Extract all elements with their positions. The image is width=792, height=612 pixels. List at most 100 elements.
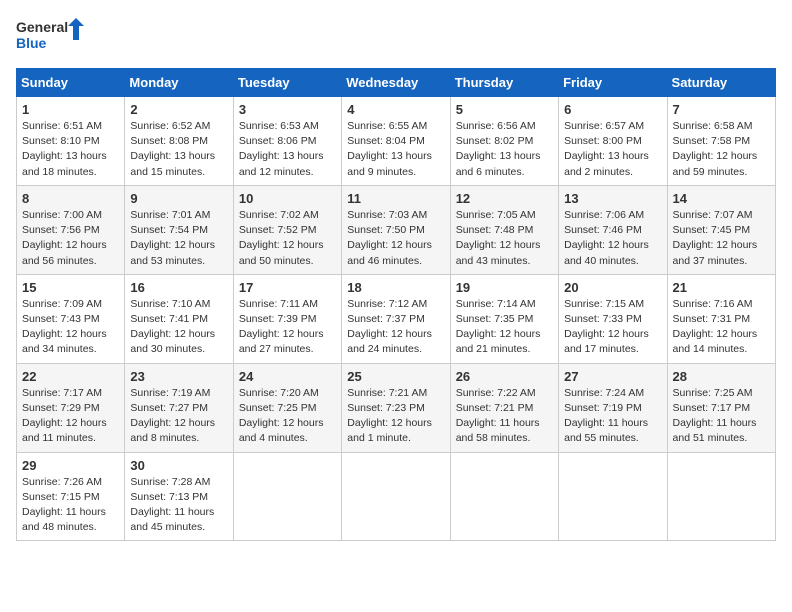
calendar-header-day: Friday	[559, 69, 667, 97]
calendar-header-day: Tuesday	[233, 69, 341, 97]
day-number: 6	[564, 102, 661, 117]
calendar-body: 1 Sunrise: 6:51 AMSunset: 8:10 PMDaylight…	[17, 97, 776, 541]
calendar-day-cell: 15 Sunrise: 7:09 AMSunset: 7:43 PMDayligh…	[17, 274, 125, 363]
day-number: 5	[456, 102, 553, 117]
day-info: Sunrise: 6:51 AMSunset: 8:10 PMDaylight:…	[22, 120, 107, 178]
calendar-day-cell: 28 Sunrise: 7:25 AMSunset: 7:17 PMDayligh…	[667, 363, 775, 452]
calendar-header-day: Thursday	[450, 69, 558, 97]
day-info: Sunrise: 7:16 AMSunset: 7:31 PMDaylight:…	[673, 298, 758, 356]
calendar-day-cell: 18Sunrise: 7:12 AMSunset: 7:37 PMDayligh…	[342, 274, 450, 363]
day-info: Sunrise: 7:07 AMSunset: 7:45 PMDaylight:…	[673, 209, 758, 267]
day-number: 23	[130, 369, 227, 384]
day-number: 9	[130, 191, 227, 206]
day-number: 17	[239, 280, 336, 295]
day-number: 22	[22, 369, 119, 384]
day-number: 30	[130, 458, 227, 473]
day-info: Sunrise: 7:21 AMSunset: 7:23 PMDaylight:…	[347, 387, 432, 445]
day-info: Sunrise: 7:20 AMSunset: 7:25 PMDaylight:…	[239, 387, 324, 445]
calendar-day-cell: 24 Sunrise: 7:20 AMSunset: 7:25 PMDayligh…	[233, 363, 341, 452]
day-number: 26	[456, 369, 553, 384]
day-info: Sunrise: 7:03 AMSunset: 7:50 PMDaylight:…	[347, 209, 432, 267]
day-number: 11	[347, 191, 444, 206]
calendar-day-cell: 22 Sunrise: 7:17 AMSunset: 7:29 PMDayligh…	[17, 363, 125, 452]
calendar-day-cell: 10 Sunrise: 7:02 AMSunset: 7:52 PMDayligh…	[233, 185, 341, 274]
calendar-day-cell: 21Sunrise: 7:16 AMSunset: 7:31 PMDayligh…	[667, 274, 775, 363]
calendar-day-cell: 14 Sunrise: 7:07 AMSunset: 7:45 PMDayligh…	[667, 185, 775, 274]
calendar-day-cell: 12 Sunrise: 7:05 AMSunset: 7:48 PMDayligh…	[450, 185, 558, 274]
day-info: Sunrise: 7:00 AMSunset: 7:56 PMDaylight:…	[22, 209, 107, 267]
calendar-day-cell: 29 Sunrise: 7:26 AMSunset: 7:15 PMDayligh…	[17, 452, 125, 541]
day-number: 3	[239, 102, 336, 117]
calendar-day-cell: 30Sunrise: 7:28 AMSunset: 7:13 PMDayligh…	[125, 452, 233, 541]
day-number: 1	[22, 102, 119, 117]
day-number: 8	[22, 191, 119, 206]
calendar-table: SundayMondayTuesdayWednesdayThursdayFrid…	[16, 68, 776, 541]
calendar-header-row: SundayMondayTuesdayWednesdayThursdayFrid…	[17, 69, 776, 97]
day-info: Sunrise: 7:26 AMSunset: 7:15 PMDaylight:…	[22, 476, 106, 534]
day-number: 24	[239, 369, 336, 384]
day-number: 13	[564, 191, 661, 206]
logo: General Blue	[16, 16, 86, 56]
calendar-header-day: Monday	[125, 69, 233, 97]
calendar-day-cell: 23 Sunrise: 7:19 AMSunset: 7:27 PMDayligh…	[125, 363, 233, 452]
calendar-day-cell: 7 Sunrise: 6:58 AMSunset: 7:58 PMDaylight…	[667, 97, 775, 186]
day-number: 20	[564, 280, 661, 295]
calendar-day-cell: 19Sunrise: 7:14 AMSunset: 7:35 PMDayligh…	[450, 274, 558, 363]
day-number: 14	[673, 191, 770, 206]
calendar-week-row: 8 Sunrise: 7:00 AMSunset: 7:56 PMDaylight…	[17, 185, 776, 274]
day-number: 16	[130, 280, 227, 295]
day-number: 15	[22, 280, 119, 295]
calendar-week-row: 29 Sunrise: 7:26 AMSunset: 7:15 PMDayligh…	[17, 452, 776, 541]
calendar-day-cell: 20 Sunrise: 7:15 AMSunset: 7:33 PMDayligh…	[559, 274, 667, 363]
day-info: Sunrise: 7:24 AMSunset: 7:19 PMDaylight:…	[564, 387, 648, 445]
day-info: Sunrise: 7:09 AMSunset: 7:43 PMDaylight:…	[22, 298, 107, 356]
calendar-day-cell: 17 Sunrise: 7:11 AMSunset: 7:39 PMDayligh…	[233, 274, 341, 363]
svg-text:Blue: Blue	[16, 35, 47, 51]
day-info: Sunrise: 7:25 AMSunset: 7:17 PMDaylight:…	[673, 387, 757, 445]
calendar-day-cell: 16Sunrise: 7:10 AMSunset: 7:41 PMDayligh…	[125, 274, 233, 363]
day-info: Sunrise: 6:55 AMSunset: 8:04 PMDaylight:…	[347, 120, 432, 178]
day-number: 4	[347, 102, 444, 117]
day-number: 29	[22, 458, 119, 473]
day-info: Sunrise: 7:22 AMSunset: 7:21 PMDaylight:…	[456, 387, 540, 445]
calendar-day-cell	[450, 452, 558, 541]
day-number: 18	[347, 280, 444, 295]
calendar-week-row: 1 Sunrise: 6:51 AMSunset: 8:10 PMDaylight…	[17, 97, 776, 186]
day-number: 25	[347, 369, 444, 384]
calendar-day-cell: 3Sunrise: 6:53 AMSunset: 8:06 PMDaylight…	[233, 97, 341, 186]
day-info: Sunrise: 6:58 AMSunset: 7:58 PMDaylight:…	[673, 120, 758, 178]
calendar-day-cell: 2Sunrise: 6:52 AMSunset: 8:08 PMDaylight…	[125, 97, 233, 186]
day-number: 2	[130, 102, 227, 117]
day-number: 27	[564, 369, 661, 384]
calendar-day-cell: 27 Sunrise: 7:24 AMSunset: 7:19 PMDayligh…	[559, 363, 667, 452]
calendar-header-day: Sunday	[17, 69, 125, 97]
calendar-day-cell: 25 Sunrise: 7:21 AMSunset: 7:23 PMDayligh…	[342, 363, 450, 452]
calendar-day-cell	[667, 452, 775, 541]
logo-svg: General Blue	[16, 16, 86, 56]
calendar-day-cell: 1 Sunrise: 6:51 AMSunset: 8:10 PMDaylight…	[17, 97, 125, 186]
day-number: 28	[673, 369, 770, 384]
calendar-week-row: 15 Sunrise: 7:09 AMSunset: 7:43 PMDayligh…	[17, 274, 776, 363]
day-info: Sunrise: 7:05 AMSunset: 7:48 PMDaylight:…	[456, 209, 541, 267]
calendar-header-day: Saturday	[667, 69, 775, 97]
calendar-day-cell: 8 Sunrise: 7:00 AMSunset: 7:56 PMDaylight…	[17, 185, 125, 274]
day-number: 12	[456, 191, 553, 206]
calendar-day-cell: 9 Sunrise: 7:01 AMSunset: 7:54 PMDaylight…	[125, 185, 233, 274]
calendar-day-cell: 11 Sunrise: 7:03 AMSunset: 7:50 PMDayligh…	[342, 185, 450, 274]
day-info: Sunrise: 6:57 AMSunset: 8:00 PMDaylight:…	[564, 120, 649, 178]
day-number: 10	[239, 191, 336, 206]
day-info: Sunrise: 7:15 AMSunset: 7:33 PMDaylight:…	[564, 298, 649, 356]
day-number: 7	[673, 102, 770, 117]
calendar-day-cell	[342, 452, 450, 541]
day-info: Sunrise: 7:01 AMSunset: 7:54 PMDaylight:…	[130, 209, 215, 267]
page-header: General Blue	[16, 16, 776, 56]
day-number: 19	[456, 280, 553, 295]
svg-text:General: General	[16, 19, 68, 35]
day-info: Sunrise: 7:02 AMSunset: 7:52 PMDaylight:…	[239, 209, 324, 267]
day-info: Sunrise: 7:19 AMSunset: 7:27 PMDaylight:…	[130, 387, 215, 445]
day-info: Sunrise: 7:06 AMSunset: 7:46 PMDaylight:…	[564, 209, 649, 267]
day-info: Sunrise: 6:56 AMSunset: 8:02 PMDaylight:…	[456, 120, 541, 178]
calendar-header-day: Wednesday	[342, 69, 450, 97]
day-info: Sunrise: 7:11 AMSunset: 7:39 PMDaylight:…	[239, 298, 324, 356]
day-info: Sunrise: 7:17 AMSunset: 7:29 PMDaylight:…	[22, 387, 107, 445]
